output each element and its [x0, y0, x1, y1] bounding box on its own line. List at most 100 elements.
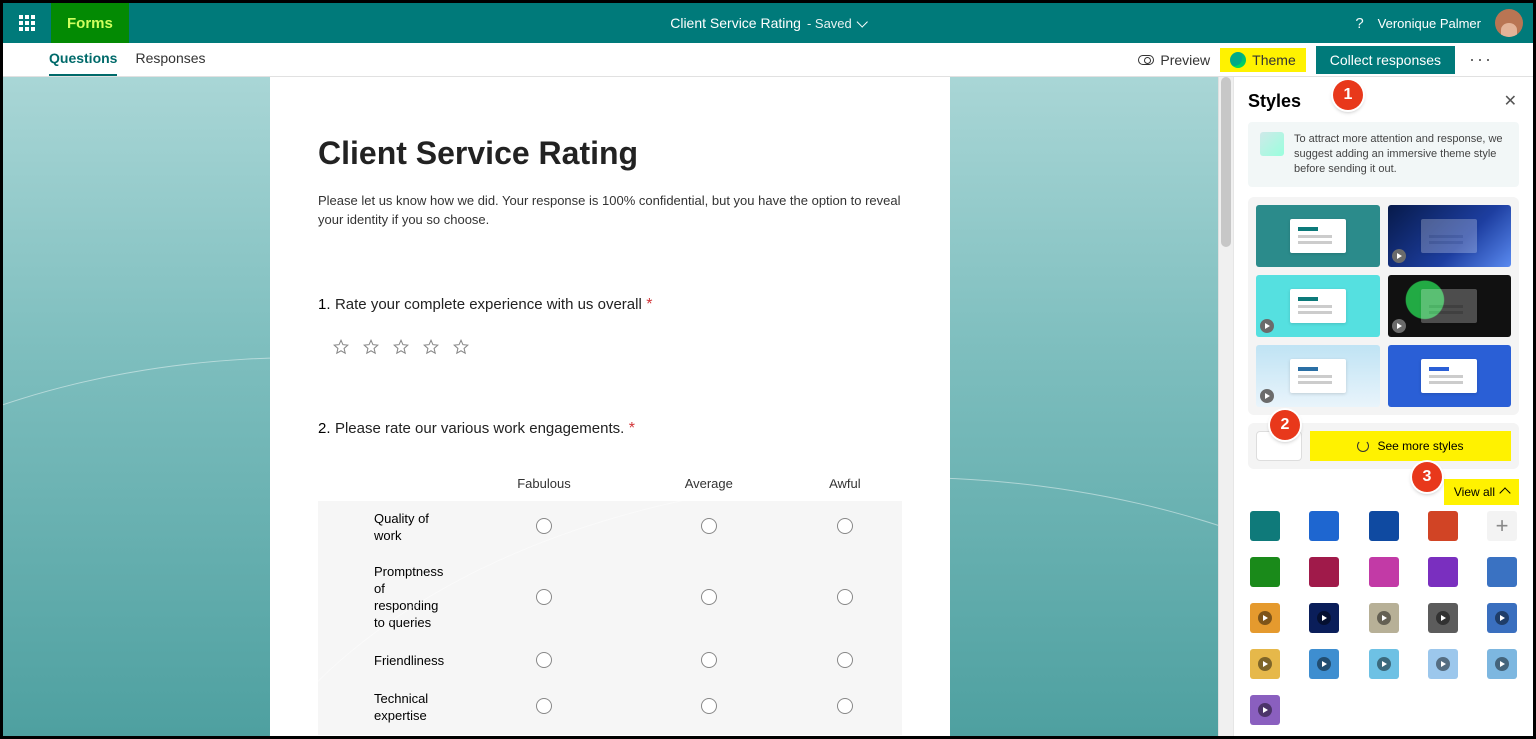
- q1-text: Rate your complete experience with us ov…: [335, 296, 642, 313]
- star-icon[interactable]: [362, 338, 380, 356]
- radio[interactable]: [701, 518, 717, 534]
- color-swatch[interactable]: [1428, 557, 1458, 587]
- radio[interactable]: [536, 698, 552, 714]
- star-icon[interactable]: [392, 338, 410, 356]
- row-label: Promptness of responding to queries: [318, 554, 458, 642]
- annotation-2: 2: [1270, 410, 1300, 440]
- see-more-label: See more styles: [1377, 439, 1463, 453]
- style-thumbnails: [1248, 197, 1519, 415]
- q2-number: 2.: [318, 420, 331, 437]
- star-icon[interactable]: [332, 338, 350, 356]
- vertical-scrollbar[interactable]: [1218, 77, 1233, 736]
- color-swatches: +: [1248, 511, 1519, 725]
- view-all-button[interactable]: View all: [1444, 479, 1519, 505]
- theme-image-swatch[interactable]: [1250, 649, 1280, 679]
- color-swatch[interactable]: [1369, 511, 1399, 541]
- play-icon: [1377, 657, 1391, 671]
- question-1[interactable]: 1. Rate your complete experience with us…: [318, 296, 902, 356]
- theme-image-swatch[interactable]: [1250, 603, 1280, 633]
- required-marker: *: [629, 420, 635, 437]
- row-label: Technical expertise: [318, 681, 458, 735]
- theme-image-swatch[interactable]: [1369, 649, 1399, 679]
- star-icon[interactable]: [422, 338, 440, 356]
- help-icon[interactable]: ?: [1355, 15, 1363, 32]
- table-row: Technical expertise: [318, 681, 902, 735]
- radio[interactable]: [837, 518, 853, 534]
- view-all-row: View all: [1248, 479, 1519, 505]
- theme-image-swatch[interactable]: [1428, 649, 1458, 679]
- row-label: Quality of work: [318, 501, 458, 555]
- play-icon: [1317, 611, 1331, 625]
- radio[interactable]: [701, 698, 717, 714]
- theme-image-swatch[interactable]: [1250, 695, 1280, 725]
- app-launcher[interactable]: [3, 3, 51, 43]
- app-name[interactable]: Forms: [51, 3, 129, 43]
- see-more-styles-button[interactable]: See more styles: [1310, 431, 1511, 461]
- theme-image-swatch[interactable]: [1487, 649, 1517, 679]
- color-swatch[interactable]: [1487, 557, 1517, 587]
- q1-number: 1.: [318, 296, 331, 313]
- style-thumb[interactable]: [1256, 345, 1380, 407]
- play-icon: [1317, 657, 1331, 671]
- style-thumb[interactable]: [1388, 345, 1512, 407]
- form-description[interactable]: Please let us know how we did. Your resp…: [318, 192, 902, 230]
- chevron-up-icon: [1499, 487, 1510, 498]
- radio[interactable]: [701, 589, 717, 605]
- color-swatch[interactable]: [1369, 557, 1399, 587]
- color-swatch[interactable]: [1250, 511, 1280, 541]
- style-thumb[interactable]: [1256, 275, 1380, 337]
- theme-image-swatch[interactable]: [1487, 603, 1517, 633]
- tab-responses[interactable]: Responses: [135, 44, 205, 76]
- radio[interactable]: [701, 652, 717, 668]
- color-swatch[interactable]: [1309, 557, 1339, 587]
- view-all-label: View all: [1454, 485, 1495, 499]
- command-bar: Questions Responses Preview Theme Collec…: [3, 43, 1533, 77]
- theme-image-swatch[interactable]: [1309, 603, 1339, 633]
- more-button[interactable]: ···: [1465, 49, 1497, 70]
- add-color-button[interactable]: +: [1487, 511, 1517, 541]
- theme-label: Theme: [1252, 52, 1296, 68]
- palette-icon: [1230, 52, 1246, 68]
- style-thumb[interactable]: [1256, 205, 1380, 267]
- preview-button[interactable]: Preview: [1138, 52, 1210, 68]
- radio[interactable]: [837, 589, 853, 605]
- col-header: Fabulous: [458, 466, 630, 501]
- rating-stars[interactable]: [318, 338, 902, 356]
- radio[interactable]: [536, 518, 552, 534]
- collect-responses-button[interactable]: Collect responses: [1316, 46, 1455, 74]
- document-title: Client Service Rating: [670, 15, 801, 31]
- theme-image-swatch[interactable]: [1309, 649, 1339, 679]
- radio[interactable]: [536, 589, 552, 605]
- theme-image-swatch[interactable]: [1369, 603, 1399, 633]
- theme-image-swatch[interactable]: [1428, 603, 1458, 633]
- color-swatch[interactable]: [1250, 557, 1280, 587]
- form-title[interactable]: Client Service Rating: [318, 135, 902, 172]
- panel-heading: Styles: [1248, 91, 1519, 112]
- style-thumb[interactable]: [1388, 205, 1512, 267]
- save-status: - Saved: [807, 16, 852, 31]
- theme-button[interactable]: Theme: [1220, 48, 1306, 72]
- radio[interactable]: [837, 652, 853, 668]
- annotation-3: 3: [1412, 462, 1442, 492]
- color-swatch[interactable]: [1309, 511, 1339, 541]
- radio[interactable]: [837, 698, 853, 714]
- q2-text: Please rate our various work engagements…: [335, 420, 624, 437]
- radio[interactable]: [536, 652, 552, 668]
- table-row: Promptness of responding to queries: [318, 554, 902, 642]
- chevron-down-icon: [856, 16, 867, 27]
- avatar[interactable]: [1495, 9, 1523, 37]
- question-2[interactable]: 2. Please rate our various work engageme…: [318, 420, 902, 735]
- color-swatch[interactable]: [1428, 511, 1458, 541]
- play-icon: [1258, 611, 1272, 625]
- styles-panel: Styles ✕ To attract more attention and r…: [1233, 77, 1533, 736]
- style-thumb[interactable]: [1388, 275, 1512, 337]
- play-icon: [1258, 657, 1272, 671]
- document-title-zone[interactable]: Client Service Rating - Saved: [670, 15, 866, 31]
- close-icon[interactable]: ✕: [1504, 91, 1517, 111]
- scrollbar-thumb[interactable]: [1221, 77, 1231, 247]
- tab-questions[interactable]: Questions: [49, 44, 117, 76]
- user-name[interactable]: Veronique Palmer: [1378, 16, 1481, 31]
- preview-label: Preview: [1160, 52, 1210, 68]
- star-icon[interactable]: [452, 338, 470, 356]
- style-tip-text: To attract more attention and response, …: [1294, 132, 1507, 177]
